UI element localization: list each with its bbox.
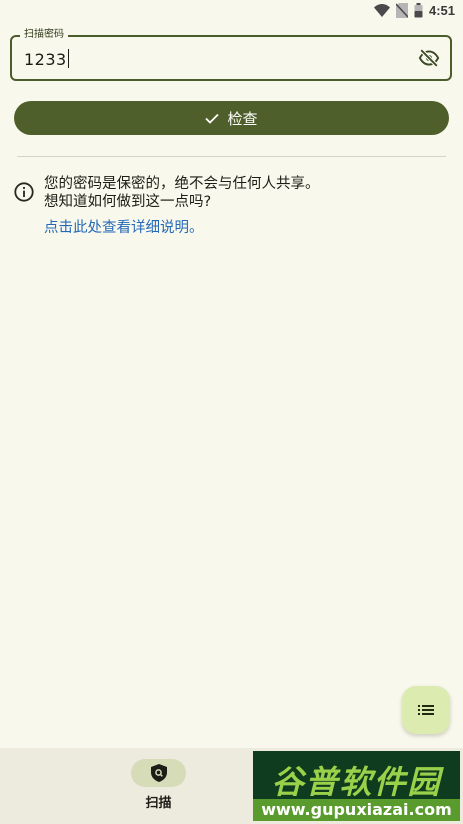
details-link[interactable]: 点击此处查看详细说明。 bbox=[44, 219, 204, 237]
status-bar: 4:51 bbox=[0, 0, 463, 22]
watermark-title: 谷普软件园 bbox=[271, 763, 442, 801]
info-icon bbox=[14, 182, 34, 202]
password-field-label: 扫描密码 bbox=[20, 28, 68, 42]
status-time: 4:51 bbox=[428, 3, 455, 18]
password-input[interactable]: 1233 bbox=[24, 49, 70, 69]
nav-item-scan-label: 扫描 bbox=[145, 796, 172, 811]
wifi-icon bbox=[373, 4, 390, 17]
divider bbox=[17, 156, 446, 157]
password-field[interactable]: 扫描密码 1233 bbox=[10, 28, 452, 81]
password-value: 1233 bbox=[24, 50, 67, 69]
watermark-logo: 谷普软件园 www.gupuxiazai.com bbox=[253, 751, 460, 821]
privacy-info-text: 您的密码是保密的，绝不会与任何人共享。 想知道如何做到这一点吗? bbox=[44, 175, 320, 211]
text-caret bbox=[67, 49, 70, 68]
visibility-off-icon[interactable] bbox=[418, 47, 440, 69]
list-icon bbox=[418, 705, 434, 715]
watermark-url: www.gupuxiazai.com bbox=[253, 799, 460, 821]
no-sim-icon bbox=[395, 3, 408, 18]
check-button[interactable]: 检查 bbox=[14, 101, 449, 135]
shield-search-icon bbox=[150, 764, 167, 782]
battery-icon bbox=[414, 3, 423, 18]
list-fab-button[interactable] bbox=[402, 686, 450, 734]
nav-item-scan[interactable] bbox=[131, 759, 186, 787]
privacy-info-line-2: 想知道如何做到这一点吗? bbox=[44, 194, 212, 210]
check-button-label: 检查 bbox=[227, 109, 258, 128]
status-icons: 4:51 bbox=[373, 3, 455, 18]
check-icon bbox=[205, 113, 220, 124]
privacy-info-line-1: 您的密码是保密的，绝不会与任何人共享。 bbox=[44, 176, 320, 192]
